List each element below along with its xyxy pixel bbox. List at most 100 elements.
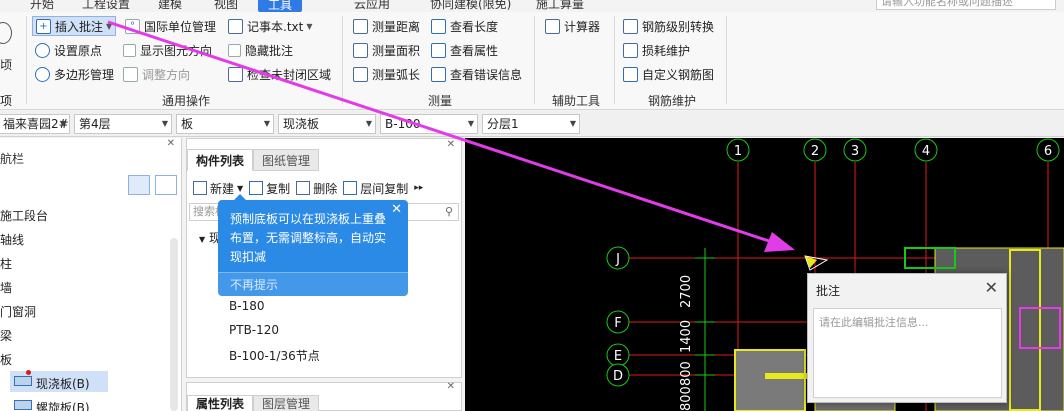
nav-item-axis[interactable]: 轴线 [0,231,24,248]
collapse-icon: ▼ [199,235,206,244]
tab-layer-mgmt[interactable]: 图层管理 [253,395,320,411]
custom-rebar-shape-button[interactable]: 自定义钢筋图 [620,64,717,84]
tab-home[interactable]: 开始 [30,0,54,12]
type-select[interactable]: 现浇板 ▼ [278,114,376,134]
tab-tools[interactable]: 工具 [258,0,303,12]
annotation-textarea[interactable]: 请在此编辑批注信息... [813,308,1002,398]
layer-select[interactable]: 分层1 ▼ [482,114,580,134]
chevron-down-icon: ▼ [467,119,474,128]
set-origin-button[interactable]: 设置原点 [32,40,105,60]
measure-distance-button[interactable]: 测量距离 [350,16,423,36]
slab-block [734,349,806,411]
scrollbar[interactable] [170,238,178,411]
polygon-mgmt-button[interactable]: 多边形管理 [32,64,117,84]
copy-icon [249,181,264,195]
nav-item-cast-slab-label: 现浇板(B) [36,377,90,391]
function-search-input[interactable]: 请输入功能名称或问题描述 [876,0,1056,10]
search-icon[interactable]: ⚲ [445,205,453,218]
tab-collab[interactable]: 协同建模(限免) [430,0,511,12]
category-select[interactable]: 板 ▼ [176,114,274,134]
nav-item-spiral-slab[interactable]: 螺旋板(B) [36,399,90,411]
tab-component-list[interactable]: 构件列表 [187,149,254,171]
nav-item-door-window[interactable]: 门窗洞 [0,303,36,320]
floor-copy-button[interactable]: 层间复制 [343,180,408,197]
dimension-text: 2700 [679,275,694,308]
delete-button[interactable]: 删除 [296,180,337,197]
measure-arc-button[interactable]: 测量弧长 [350,64,423,84]
dont-show-again-button[interactable]: 不再提示 [218,272,408,296]
axis-label-left: J [615,252,620,267]
measure-area-button[interactable]: 测量面积 [350,40,423,60]
notepad-button[interactable]: 记事本.txt ▼ [225,16,315,36]
more-icon[interactable]: ▸▸ [414,183,423,193]
adjust-direction-button[interactable]: 调整方向 [120,64,193,84]
list-view-icon[interactable] [128,175,150,195]
close-icon[interactable]: ✕ [985,278,998,297]
tree-view-icon[interactable] [155,175,177,195]
project-select[interactable]: 福来喜园2# ▼ [0,114,70,134]
group-label-aux: 辅助工具 [552,94,601,108]
insert-note-button[interactable]: + 插入批注 ▼ [32,16,117,36]
show-origin-direction-checkbox[interactable]: 显示图元方向 [120,40,215,60]
axis-label-left: D [613,369,623,384]
axis-label-top: 4 [922,144,930,159]
calculator-icon [545,18,560,34]
group-label-general: 通用操作 [162,94,211,108]
component-select[interactable]: B-100 ▼ [380,114,478,134]
annotation-dialog: 批注 ✕ 请在此编辑批注信息... [807,273,1007,403]
dialog-title: 批注 [816,284,841,298]
group-divider [26,16,27,104]
origin-icon [35,42,50,58]
view-length-button[interactable]: 查看长度 [428,16,501,36]
insert-note-icon: + [36,18,51,34]
axis-label-left: F [614,316,621,331]
copy-button[interactable]: 复制 [249,180,290,197]
new-icon [193,181,207,195]
nav-item-slab[interactable]: 板 [0,351,12,368]
calculator-button[interactable]: 计算器 [542,16,603,36]
dimension-text: 800 [679,361,694,386]
dimension-text: 1400 [679,320,694,353]
ribbon-partial-group: 项 [0,94,13,108]
close-icon[interactable]: ✕ [167,138,175,149]
grid-icon [623,42,638,58]
chevron-down-icon: ▼ [569,119,576,128]
nav-item-construction-section[interactable]: 施工段台 [0,207,48,224]
chevron-down-icon: ▼ [237,183,244,193]
view-errors-button[interactable]: 查看错误信息 [428,64,525,84]
length-icon [431,18,446,34]
check-unclosed-button[interactable]: 检查未封闭区域 [225,64,334,84]
tab-cloud[interactable]: 云应用 [354,0,390,12]
floor-select[interactable]: 第4层 ▼ [74,114,172,134]
chevron-down-icon: ▼ [263,119,270,128]
component-item[interactable]: B-180 [229,299,264,313]
units-icon: ° [125,18,140,34]
component-item[interactable]: PTB-120 [229,323,279,337]
attribute-icon [431,42,446,58]
polygon-icon [35,66,50,82]
navigation-panel-title: 航栏 [0,152,25,166]
spiral-slab-icon [14,400,32,410]
tab-drawing-mgmt[interactable]: 图纸管理 [253,149,320,171]
menu-bar: 开始 工程设置 建模 视图 工具 云应用 协同建模(限免) 施工算量 请输入功能… [0,0,1064,12]
close-icon[interactable]: ✕ [447,381,455,392]
loss-maint-button[interactable]: 损耗维护 [620,40,693,60]
rebar-grade-convert-button[interactable]: 钢筋级别转换 [620,16,717,36]
tab-property-list[interactable]: 属性列表 [187,395,254,411]
component-item[interactable]: B-100-1/36节点 [229,347,320,364]
intl-units-button[interactable]: ° 国际单位管理 [122,16,219,36]
hide-note-checkbox[interactable]: 隐藏批注 [225,40,296,60]
tab-construction[interactable]: 施工算量 [536,0,584,12]
trash-icon [296,181,311,195]
gear-icon[interactable] [0,22,12,44]
view-attr-button[interactable]: 查看属性 [428,40,501,60]
nav-item-beam[interactable]: 梁 [0,327,12,344]
tab-modeling[interactable]: 建模 [158,0,182,12]
nav-item-wall[interactable]: 墙 [0,279,12,296]
group-label-measure: 测量 [428,94,453,108]
nav-item-column[interactable]: 柱 [0,255,12,272]
tab-project-settings[interactable]: 工程设置 [82,0,130,12]
axis-label-top: 1 [734,144,742,159]
close-icon[interactable]: ✕ [447,139,455,150]
tab-view[interactable]: 视图 [214,0,238,12]
